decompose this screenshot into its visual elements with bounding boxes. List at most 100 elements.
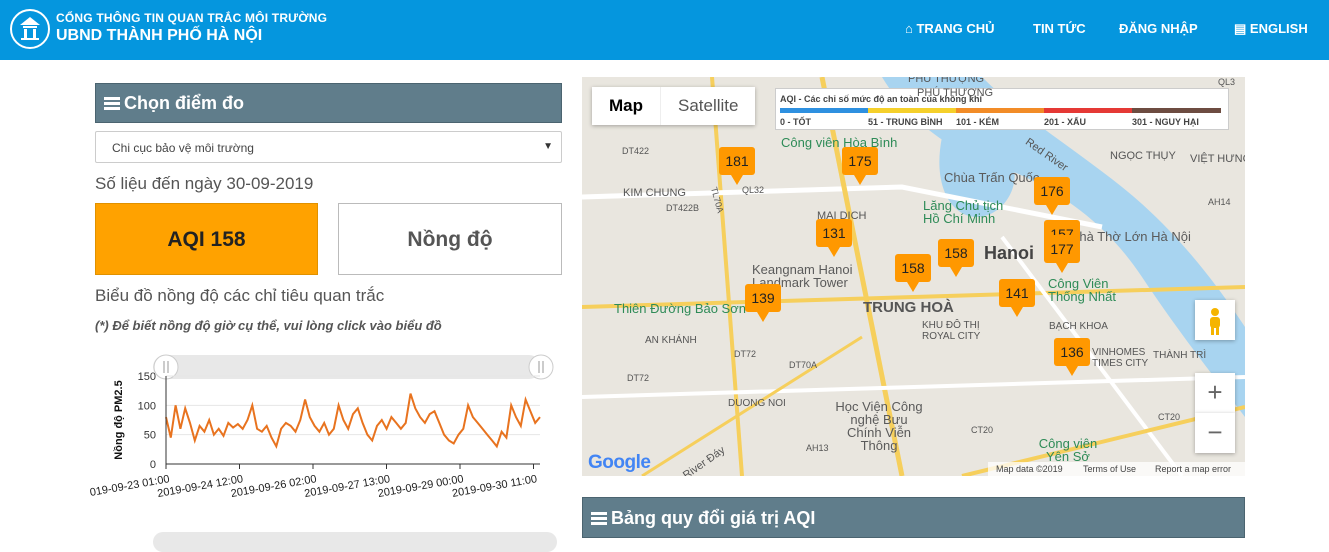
aqi-marker[interactable]: 158 (895, 254, 931, 292)
street-view-pegman[interactable] (1195, 300, 1235, 340)
google-logo-text: Google (588, 452, 651, 473)
place-tran-quoc-pagoda: Chùa Trấn Quốc (944, 170, 1040, 185)
nav-login[interactable]: ĐĂNG NHẬP (1119, 21, 1198, 36)
map-data-credit: Map data ©2019 (996, 464, 1063, 474)
pm25-series-line[interactable] (165, 393, 541, 450)
road-ah14: AH14 (1208, 197, 1231, 207)
place-bach-khoa: BẠCH KHOA (1049, 321, 1108, 332)
legend-bar-moderate (868, 108, 956, 113)
road-ql3: QL3 (1218, 77, 1236, 87)
map-type-control[interactable]: Map Satellite (592, 87, 756, 125)
place-ngoc-thuy: NGỌC THỤY (1110, 150, 1176, 162)
place-trung-hoa: TRUNG HOÀ (863, 299, 954, 316)
menu-icon (104, 97, 120, 110)
aqi-marker[interactable]: 175 (842, 147, 878, 185)
aqi-button[interactable]: AQI 158 (95, 203, 318, 275)
place-royal-city: KHU ĐÔ THỊ ROYAL CITY (922, 320, 981, 342)
aqi-marker[interactable]: 158 (938, 239, 974, 277)
station-section-header: Chọn điểm đo (95, 83, 562, 123)
legend-bar-poor (956, 108, 1044, 113)
legend-bar-hazardous (1132, 108, 1221, 113)
road-ah13: AH13 (806, 443, 829, 453)
station-select-value: Chi cục bảo vệ môi trường (112, 141, 254, 155)
range-slider-right-handle[interactable] (528, 354, 554, 380)
legend-bar-good (780, 108, 868, 113)
place-hanoi: Hanoi (984, 243, 1035, 263)
map-report-link[interactable]: Report a map error (1155, 464, 1231, 474)
y-tick-label: 0 (150, 459, 156, 471)
second-chart-slider[interactable] (153, 532, 557, 552)
nav-english-label: ENGLISH (1249, 21, 1308, 36)
home-icon: ⌂ (905, 21, 913, 36)
station-section-title: Chọn điểm đo (124, 93, 244, 113)
y-tick-label: 100 (138, 400, 156, 412)
menu-icon (591, 512, 607, 525)
legend-label-bad: 201 - XẤU (1044, 117, 1087, 127)
map-footer: Map data ©2019 Terms of Use Report a map… (988, 462, 1245, 476)
place-times-city: VINHOMES TIMES CITY (1092, 347, 1149, 369)
chart-note: (*) Để biết nồng độ giờ cụ thể, vui lòng… (95, 318, 442, 333)
place-hoa-binh-park: Công viên Hòa Bình (781, 135, 898, 150)
road-dt70a: DT70A (789, 360, 818, 370)
aqi-table-header: Bảng quy đổi giá trị AQI (582, 497, 1245, 538)
place-duong-noi: DUONG NOI (728, 398, 786, 409)
pm25-chart[interactable]: 050100150 Nồng độ PM2.5 2019-09-23 01:00… (90, 348, 560, 542)
aqi-marker[interactable]: 181 (719, 147, 755, 185)
map-terms-link[interactable]: Terms of Use (1083, 464, 1136, 474)
top-navbar: CỔNG THÔNG TIN QUAN TRẮC MÔI TRƯỜNG UBND… (0, 0, 1329, 60)
place-bao-son-paradise: Thiên Đường Bảo Sơn (614, 301, 746, 316)
plus-icon: + (1207, 377, 1223, 407)
y-tick-label: 150 (138, 371, 156, 383)
road-ql32: QL32 (742, 185, 765, 195)
aqi-marker[interactable]: 141 (999, 279, 1035, 317)
aqi-marker[interactable]: 177 (1044, 235, 1080, 273)
y-tick-label: 50 (144, 430, 156, 442)
hanoi-emblem-logo[interactable] (10, 9, 50, 49)
legend-label-good: 0 - TỐT (780, 117, 811, 127)
minus-icon: − (1207, 417, 1223, 447)
data-date: Số liệu đến ngày 30-09-2019 (95, 174, 314, 193)
concentration-button[interactable]: Nồng độ (338, 203, 562, 275)
place-an-khanh: AN KHÁNH (645, 335, 697, 346)
nav-english[interactable]: ▤ ENGLISH (1234, 21, 1308, 37)
aqi-map[interactable]: Map Satellite AQI - Các chỉ số mức độ an… (582, 77, 1245, 476)
range-slider-track[interactable] (153, 355, 541, 379)
x-tick-label: 2019-09-29 00:00 (377, 473, 465, 500)
zoom-in-button[interactable]: + (1195, 373, 1235, 413)
chevron-down-icon: ▼ (543, 141, 553, 152)
place-ho-chi-minh-mausoleum: Lăng Chủ tịch Hồ Chí Minh (923, 198, 1004, 226)
place-ptit: Học Viện Công nghệ Bưu Chính Viễn Thông (835, 399, 923, 453)
place-st-joseph-cathedral: Nhà Thờ Lớn Hà Nội (1070, 229, 1191, 244)
aqi-table-title: Bảng quy đổi giá trị AQI (611, 508, 816, 528)
zoom-out-button[interactable]: − (1195, 413, 1235, 453)
road-dt72: DT72 (734, 349, 757, 359)
google-logo[interactable]: Google (588, 452, 651, 474)
range-slider-left-handle[interactable] (153, 354, 179, 380)
place-phu-thuong-2: PHÚ THƯỢNG (917, 87, 994, 99)
legend-label-hazardous: 301 - NGUY HẠI (1132, 117, 1199, 127)
place-phu-thuong-1: PHÚ THƯỢNG (908, 77, 985, 85)
aqi-marker[interactable]: 176 (1034, 177, 1070, 215)
language-icon: ▤ (1234, 21, 1247, 36)
aqi-marker[interactable]: 131 (816, 219, 852, 257)
brand-line-1: CỔNG THÔNG TIN QUAN TRẮC MÔI TRƯỜNG (56, 11, 328, 25)
place-viet-hung: VIỆT HƯNG (1190, 153, 1245, 165)
aqi-marker[interactable]: 136 (1054, 338, 1090, 376)
pegman-icon (1210, 308, 1220, 335)
brand-line-2: UBND THÀNH PHỐ HÀ NỘI (56, 27, 263, 44)
chart-title: Biểu đồ nồng độ các chỉ tiêu quan trắc (95, 286, 385, 305)
road-dt72b: DT72 (627, 373, 650, 383)
tab-satellite[interactable]: Satellite (660, 87, 755, 125)
y-axis-label: Nồng độ PM2.5 (113, 380, 125, 459)
aqi-marker[interactable]: 139 (745, 284, 781, 322)
tab-map[interactable]: Map (592, 87, 660, 125)
place-thong-nhat-park: Công Viên Thống Nhất (1048, 276, 1116, 304)
place-yen-so-park: Công viên Yên Sở (1038, 436, 1098, 464)
nav-news[interactable]: TIN TỨC (1033, 21, 1086, 36)
station-select[interactable]: Chi cục bảo vệ môi trường ▼ (95, 131, 562, 163)
place-thanh-tri: THÀNH TRÌ (1153, 350, 1207, 361)
place-kim-chung: KIM CHUNG (623, 187, 686, 199)
aqi-legend: AQI - Các chỉ số mức độ an toàn của khôn… (775, 88, 1229, 130)
nav-home[interactable]: ⌂ TRANG CHỦ (905, 21, 994, 36)
x-tick-label: 2019-09-30 11:00 (451, 473, 538, 500)
